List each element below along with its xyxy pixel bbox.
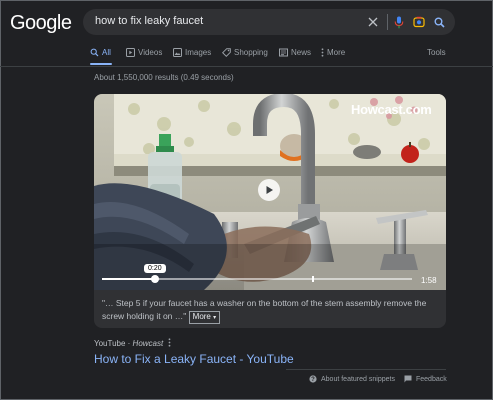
about-snippets-label: About featured snippets: [321, 375, 395, 383]
close-icon[interactable]: [364, 13, 382, 31]
about-snippets-link[interactable]: ? About featured snippets: [309, 375, 395, 383]
kebab-icon: [168, 338, 171, 347]
footer-divider: [286, 369, 446, 370]
play-icon: [266, 186, 273, 194]
tools-button[interactable]: Tools: [427, 48, 446, 57]
tab-label: News: [291, 48, 312, 57]
image-icon: [173, 48, 182, 57]
news-icon: [279, 48, 288, 57]
snippet-text: "… Step 5 if your faucet has a washer on…: [102, 298, 427, 321]
active-tab-indicator: [90, 63, 112, 65]
result-stats: About 1,550,000 results (0.49 seconds): [94, 73, 234, 82]
chevron-down-icon: ▾: [213, 315, 217, 321]
tab-news[interactable]: News: [279, 48, 311, 57]
tab-label: Videos: [138, 48, 163, 57]
google-logo[interactable]: Google: [10, 12, 72, 35]
progress-fill: [102, 278, 155, 280]
search-bar-divider: [387, 14, 388, 30]
video-duration: 1:58: [421, 276, 437, 285]
tab-more[interactable]: More: [321, 48, 345, 57]
video-player[interactable]: Howcast.com 0:20 1:58: [94, 94, 446, 290]
search-bar[interactable]: how to fix leaky faucet: [83, 9, 455, 35]
result-source: YouTube · Howcast: [94, 339, 164, 348]
kebab-icon: [321, 48, 324, 57]
featured-video-card: Howcast.com 0:20 1:58 "… Step 5 if your …: [94, 94, 446, 328]
search-icon[interactable]: [430, 13, 448, 31]
play-button[interactable]: [258, 179, 280, 201]
video-icon: [126, 48, 135, 57]
search-input[interactable]: how to fix leaky faucet: [95, 15, 203, 27]
svg-text:?: ?: [311, 377, 315, 383]
seek-time-tooltip: 0:20: [144, 264, 166, 273]
more-button[interactable]: More ▾: [188, 311, 221, 324]
tab-shopping[interactable]: Shopping: [222, 48, 268, 57]
howcast-watermark: Howcast.com: [351, 102, 432, 117]
more-label: More: [192, 312, 211, 321]
tab-label: Shopping: [234, 48, 268, 57]
header-divider: [0, 66, 493, 67]
feedback-icon: [404, 375, 412, 383]
lens-icon[interactable]: [410, 13, 428, 31]
help-icon: ?: [309, 375, 317, 383]
tab-label: More: [327, 48, 346, 57]
result-site: YouTube: [94, 339, 126, 348]
tab-label: Images: [185, 48, 212, 57]
chapter-marker: [311, 276, 314, 282]
tab-label: All: [102, 48, 111, 57]
progress-scrubber[interactable]: [150, 275, 159, 283]
result-channel: Howcast: [132, 339, 164, 348]
tab-all[interactable]: All: [90, 48, 111, 57]
tag-icon: [222, 48, 231, 57]
feedback-link[interactable]: Feedback: [404, 375, 447, 383]
feedback-label: Feedback: [416, 375, 447, 383]
tab-videos[interactable]: Videos: [126, 48, 162, 57]
result-options-button[interactable]: [168, 338, 171, 349]
mic-icon[interactable]: [390, 13, 408, 31]
search-icon: [90, 48, 99, 57]
video-snippet: "… Step 5 if your faucet has a washer on…: [102, 297, 440, 324]
tab-images[interactable]: Images: [173, 48, 211, 57]
result-title-link[interactable]: How to Fix a Leaky Faucet - YouTube: [94, 352, 294, 366]
